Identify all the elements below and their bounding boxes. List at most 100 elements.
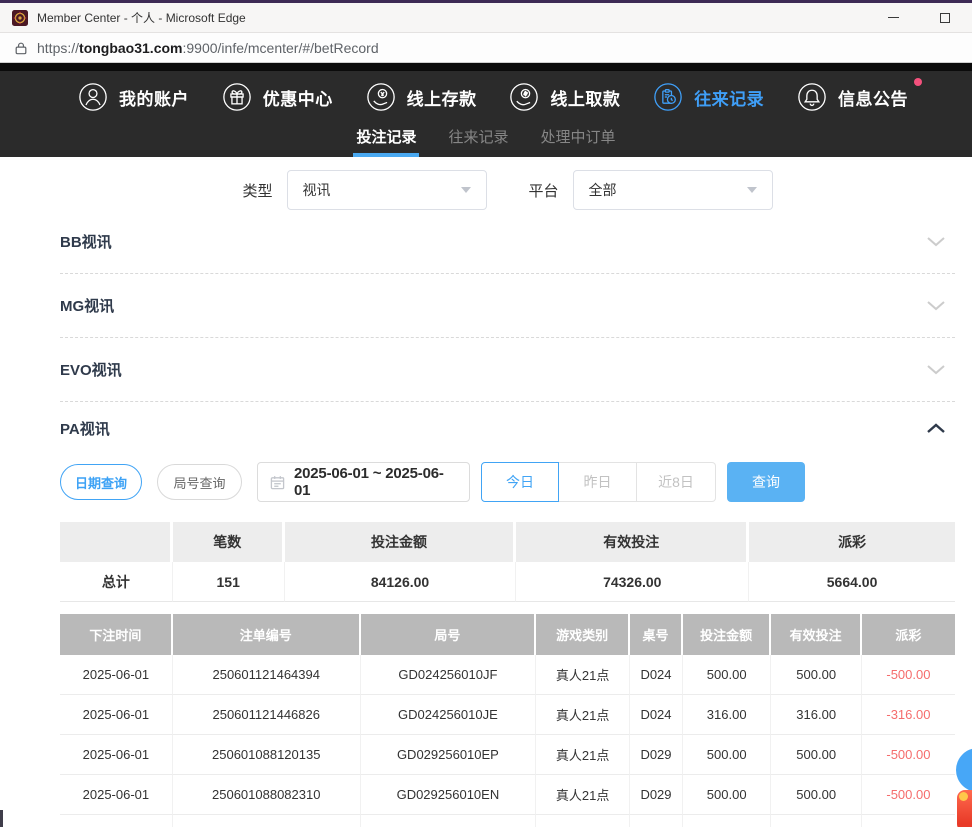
minimize-button[interactable]	[880, 7, 906, 29]
url-text[interactable]: https://tongbao31.com:9900/infe/mcenter/…	[37, 40, 379, 56]
chevron-down-icon	[747, 187, 757, 193]
tab-bet-record[interactable]: 投注记录	[356, 123, 416, 157]
date-query-button[interactable]: 日期查询	[60, 464, 142, 500]
records-icon	[653, 82, 683, 112]
nav-item-my-account[interactable]: 我的账户	[78, 82, 189, 112]
site-favicon	[12, 10, 28, 26]
section-title: MG视讯	[60, 295, 114, 316]
summary-cell: 5664.00	[749, 562, 955, 602]
cell-payout: -500.00	[862, 655, 955, 695]
cell-bet-time: 2025-06-01	[60, 655, 173, 695]
summary-header-row: 笔数 投注金额 有效投注 派彩	[60, 522, 955, 562]
detail-header-cell: 投注金额	[683, 614, 772, 655]
cell-valid-bet: 500.00	[771, 735, 861, 775]
button-label: 今日	[506, 472, 534, 492]
section-title: EVO视讯	[60, 359, 122, 380]
nav-item-transaction-records[interactable]: 往来记录	[653, 82, 764, 112]
search-button[interactable]: 查询	[727, 462, 805, 502]
filter-row: 类型 视讯 平台 全部	[60, 170, 955, 210]
cell-game-type: 真人21点	[536, 775, 630, 815]
summary-header-cell: 派彩	[749, 522, 955, 562]
tab-pending-orders[interactable]: 处理中订单	[541, 123, 616, 157]
cell-order-id: 250601088082310	[173, 775, 361, 815]
cell-valid-bet: 500.00	[771, 655, 861, 695]
button-label: 查询	[752, 472, 780, 492]
cell-table-no: D024	[630, 655, 683, 695]
tab-label: 投注记录	[356, 126, 416, 147]
chevron-down-icon	[927, 301, 955, 311]
notification-badge	[914, 78, 922, 86]
minimize-icon	[888, 17, 899, 18]
summary-total-row: 总计 151 84126.00 74326.00 5664.00	[60, 562, 955, 602]
bet-detail-table: 下注时间 注单编号 局号 游戏类别 桌号 投注金额 有效投注 派彩 2025-0…	[60, 614, 955, 827]
query-toolbar: 日期查询 局号查询 2025-06-01 ~ 2025-06-01 今日 昨日 …	[60, 462, 955, 502]
summary-cell: 总计	[60, 562, 173, 602]
type-filter-label: 类型	[242, 180, 272, 201]
accordion-bb-video[interactable]: BB视讯	[60, 210, 955, 274]
nav-item-withdraw[interactable]: 线上取款	[509, 82, 620, 112]
nav-item-promotions[interactable]: 优惠中心	[222, 82, 333, 112]
accordion-mg-video[interactable]: MG视讯	[60, 274, 955, 338]
cell-valid-bet: 316.00	[771, 695, 861, 735]
cell-payout: -500.00	[862, 735, 955, 775]
cell-game-type: 真人21点	[536, 695, 630, 735]
nav-item-label: 信息公告	[838, 85, 908, 110]
cell-game-type: 真人21点	[536, 655, 630, 695]
lock-icon	[14, 40, 28, 56]
cell-valid-bet: 500.00	[771, 775, 861, 815]
type-select[interactable]: 视讯	[287, 170, 487, 210]
maximize-button[interactable]	[932, 7, 958, 29]
deposit-icon	[366, 82, 396, 112]
nav-item-announcements[interactable]: 信息公告	[797, 82, 908, 112]
cell-bet-amount: 500.00	[683, 775, 772, 815]
accordion-evo-video[interactable]: EVO视讯	[60, 338, 955, 402]
bell-icon	[797, 82, 827, 112]
platform-select[interactable]: 全部	[573, 170, 773, 210]
section-title: PA视讯	[60, 418, 110, 439]
user-icon	[78, 82, 108, 112]
round-query-button[interactable]: 局号查询	[157, 464, 242, 500]
table-row: 2025-06-01 250601121446826 GD024256010JE…	[60, 695, 955, 735]
cell-payout: -316.00	[862, 695, 955, 735]
platform-select-value: 全部	[589, 180, 617, 200]
address-bar[interactable]: https://tongbao31.com:9900/infe/mcenter/…	[0, 33, 972, 63]
today-button[interactable]: 今日	[481, 462, 559, 502]
promo-float-button[interactable]	[957, 790, 972, 827]
nav-item-label: 优惠中心	[263, 85, 333, 110]
cell-round-id: GD029256010EP	[361, 735, 536, 775]
summary-cell: 151	[173, 562, 285, 602]
desktop-corner-artifact	[0, 810, 3, 827]
section-title: BB视讯	[60, 231, 112, 252]
nav-item-label: 我的账户	[119, 85, 189, 110]
cell-bet-time: 2025-06-01	[60, 735, 173, 775]
chevron-down-icon	[927, 365, 955, 375]
accordion-pa-video[interactable]: PA视讯	[60, 402, 955, 454]
summary-header-cell: 笔数	[173, 522, 285, 562]
date-range-value: 2025-06-01 ~ 2025-06-01	[294, 465, 457, 499]
button-label: 局号查询	[173, 473, 225, 492]
withdraw-icon	[509, 82, 539, 112]
button-label: 近8日	[658, 472, 694, 492]
sub-navigation: 投注记录 往来记录 处理中订单	[0, 123, 972, 157]
last-8-days-button[interactable]: 近8日	[637, 462, 716, 502]
tab-transaction-record[interactable]: 往来记录	[448, 123, 508, 157]
calendar-icon	[270, 475, 285, 490]
active-tab-underline	[353, 153, 419, 157]
detail-header-cell: 局号	[361, 614, 536, 655]
nav-item-deposit[interactable]: 线上存款	[366, 82, 477, 112]
table-row: 2025-06-01 250601088120135 GD029256010EP…	[60, 735, 955, 775]
tab-label: 往来记录	[448, 126, 508, 147]
promo-float-accent	[959, 792, 968, 801]
chevron-down-icon	[927, 237, 955, 247]
yesterday-button[interactable]: 昨日	[559, 462, 637, 502]
cell-bet-time: 2025-06-01	[60, 695, 173, 735]
browser-titlebar: Member Center - 个人 - Microsoft Edge	[0, 3, 972, 33]
maximize-icon	[940, 13, 950, 23]
main-navigation: 我的账户 优惠中心 线上存款 线上取款 往来记录 信息公告	[0, 71, 972, 123]
cell-bet-time: 2025-06-01	[60, 775, 173, 815]
main-content: 类型 视讯 平台 全部 BB视讯 MG视讯 EVO视讯 PA视讯 日期查询 局号…	[0, 170, 972, 827]
summary-cell: 84126.00	[285, 562, 517, 602]
summary-header-cell: 有效投注	[516, 522, 749, 562]
date-range-input[interactable]: 2025-06-01 ~ 2025-06-01	[257, 462, 470, 502]
cell-bet-amount: 316.00	[683, 695, 772, 735]
